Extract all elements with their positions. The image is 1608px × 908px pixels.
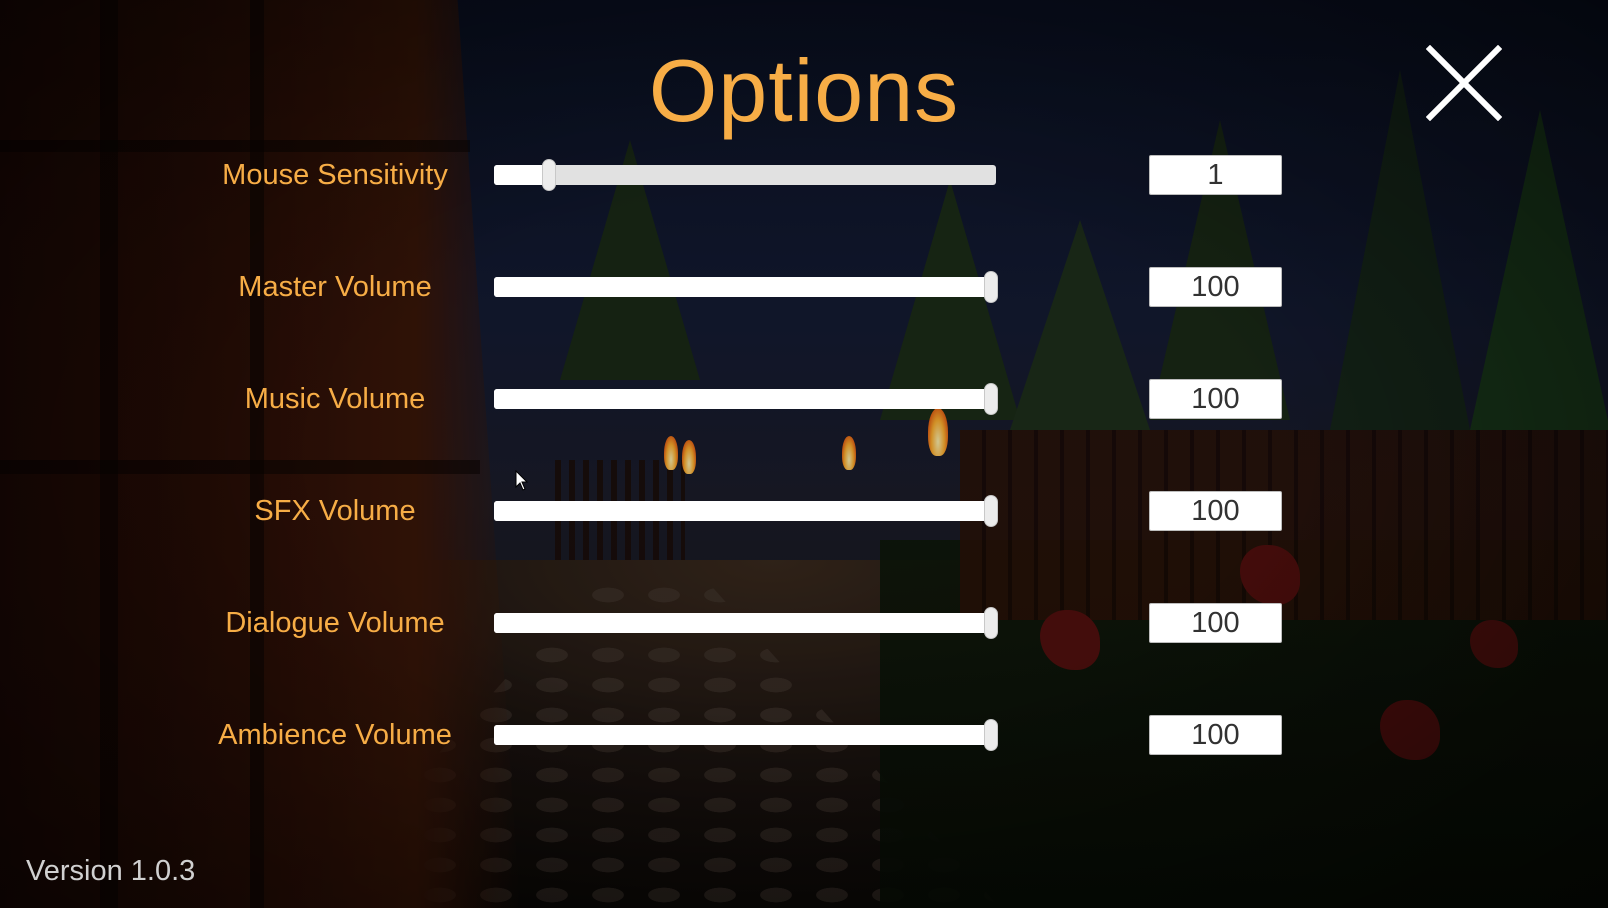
close-x-icon	[1426, 45, 1502, 121]
mouse-sensitivity-input[interactable]: 1	[1149, 155, 1282, 195]
slider-fill	[494, 501, 996, 521]
ambience-volume-slider[interactable]	[494, 719, 998, 751]
slider-handle[interactable]	[984, 383, 998, 415]
setting-label: Music Volume	[244, 383, 426, 415]
setting-row-ambience-volume: Ambience Volume 100	[0, 715, 1608, 755]
sfx-volume-input[interactable]: 100	[1149, 491, 1282, 531]
setting-row-music-volume: Music Volume 100	[0, 379, 1608, 419]
close-button[interactable]	[1426, 45, 1502, 121]
music-volume-input[interactable]: 100	[1149, 379, 1282, 419]
setting-label: Master Volume	[238, 271, 432, 303]
setting-label: Dialogue Volume	[225, 607, 445, 639]
dialogue-volume-input[interactable]: 100	[1149, 603, 1282, 643]
sfx-volume-slider[interactable]	[494, 495, 998, 527]
page-title: Options	[648, 41, 960, 140]
ambience-volume-input[interactable]: 100	[1149, 715, 1282, 755]
slider-fill	[494, 389, 996, 409]
slider-handle[interactable]	[542, 159, 557, 191]
master-volume-slider[interactable]	[494, 271, 998, 303]
setting-row-mouse-sensitivity: Mouse Sensitivity 1	[0, 155, 1608, 195]
slider-handle[interactable]	[984, 607, 998, 639]
master-volume-input[interactable]: 100	[1149, 267, 1282, 307]
setting-row-dialogue-volume: Dialogue Volume 100	[0, 603, 1608, 643]
version-label: Version 1.0.3	[26, 855, 196, 887]
setting-label: Ambience Volume	[218, 719, 452, 751]
slider-handle[interactable]	[984, 719, 998, 751]
setting-label: Mouse Sensitivity	[222, 159, 448, 191]
slider-fill	[494, 277, 996, 297]
music-volume-slider[interactable]	[494, 383, 998, 415]
setting-row-master-volume: Master Volume 100	[0, 267, 1608, 307]
slider-handle[interactable]	[984, 271, 998, 303]
slider-fill	[494, 165, 550, 185]
slider-fill	[494, 725, 996, 745]
setting-label: SFX Volume	[254, 495, 416, 527]
slider-handle[interactable]	[984, 495, 998, 527]
slider-fill	[494, 613, 996, 633]
dialogue-volume-slider[interactable]	[494, 607, 998, 639]
setting-row-sfx-volume: SFX Volume 100	[0, 491, 1608, 531]
mouse-cursor-icon	[515, 470, 529, 491]
mouse-sensitivity-slider[interactable]	[494, 159, 996, 191]
